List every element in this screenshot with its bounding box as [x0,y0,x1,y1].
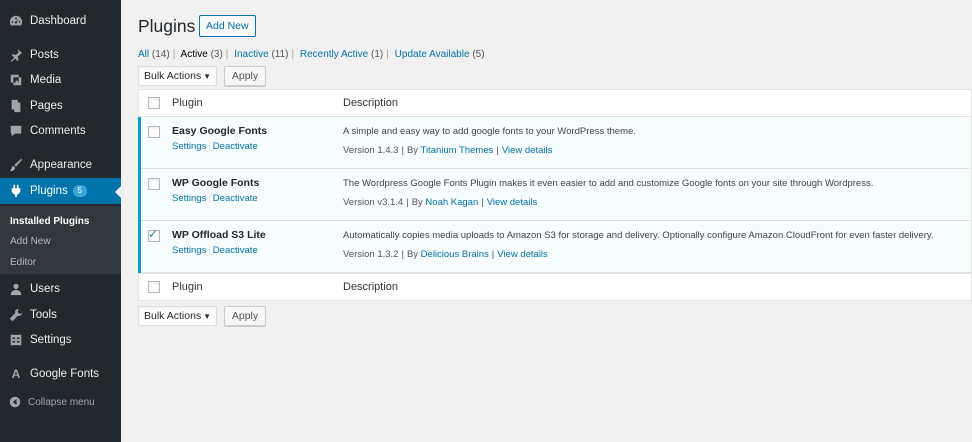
nav-plugins[interactable]: Plugins 5 [0,178,121,204]
plugins-submenu: Installed Plugins Add New Editor [0,206,121,274]
collapse-menu-button[interactable]: Collapse menu [0,392,121,412]
author-link[interactable]: Noah Kagan [425,197,478,208]
nav-tools[interactable]: Tools [0,302,121,328]
nav-pages[interactable]: Pages [0,93,121,119]
font-icon: A [11,367,21,381]
media-icon [8,72,24,88]
chevron-down-icon: ▼ [203,311,211,321]
nav-settings[interactable]: Settings [0,327,121,353]
author-link[interactable]: Titanium Themes [421,145,494,156]
admin-sidebar: Dashboard Posts Media Pages Comments App… [0,0,121,442]
nav-label: Plugins [30,185,68,197]
plugin-name: WP Google Fonts [172,177,260,189]
row-actions: Settings | Deactivate [172,245,258,256]
filter-recently-active[interactable]: Recently Active [300,49,368,60]
deactivate-link[interactable]: Deactivate [213,245,258,256]
filter-active[interactable]: Active [181,49,208,60]
column-description-footer: Description [343,281,399,293]
submenu-editor[interactable]: Editor [10,257,36,268]
column-plugin[interactable]: Plugin [172,97,203,109]
row-checkbox[interactable] [148,126,160,138]
plugin-description: The Wordpress Google Fonts Plugin makes … [343,178,874,189]
add-new-button[interactable]: Add New [199,15,256,37]
nav-dashboard[interactable]: Dashboard [0,8,121,34]
plugin-meta: Version 1.3.2 | By Delicious Brains | View d… [343,249,548,260]
nav-label: Posts [30,49,59,61]
bulk-actions-select-top[interactable]: Bulk Actions ▼ [138,66,217,86]
view-details-link[interactable]: View details [497,249,548,260]
plugin-meta: Version 1.4.3 | By Titanium Themes | View de… [343,145,553,156]
bulk-actions-select-bottom[interactable]: Bulk Actions ▼ [138,306,217,326]
deactivate-link[interactable]: Deactivate [213,193,258,204]
filter-update-available[interactable]: Update Available [395,49,470,60]
nav-label: Settings [30,334,72,346]
row-checkbox[interactable]: ✓ [148,227,160,242]
nav-label: Media [30,74,62,86]
collapse-arrow-icon [9,396,21,408]
row-actions: Settings | Deactivate [172,193,258,204]
table-row: ✓ WP Offload S3 Lite Settings | Deactivate… [138,221,971,273]
plugin-description: A simple and easy way to add google font… [343,126,636,137]
settings-link[interactable]: Settings [172,245,206,256]
nav-label: Comments [30,125,86,137]
submenu-add-new[interactable]: Add New [10,236,51,247]
brush-icon [8,157,24,173]
dashboard-icon [8,13,24,29]
checkmark-icon: ✓ [148,227,159,241]
pin-icon [8,47,24,63]
submenu-installed-plugins[interactable]: Installed Plugins [10,216,89,227]
nav-appearance[interactable]: Appearance [0,152,121,178]
apply-button-top[interactable]: Apply [224,66,266,86]
select-all-checkbox[interactable] [148,97,160,109]
chevron-down-icon: ▼ [203,71,211,81]
table-header: Plugin Description [139,90,971,117]
deactivate-link[interactable]: Deactivate [213,141,258,152]
comments-icon [8,123,24,139]
apply-button-bottom[interactable]: Apply [224,306,266,326]
plugin-description: Automatically copies media uploads to Am… [343,230,934,241]
column-description: Description [343,97,399,109]
column-plugin-footer[interactable]: Plugin [172,281,203,293]
main-content: Plugins Add New All (14) | Active (3) | In… [121,0,972,442]
nav-google-fonts[interactable]: A Google Fonts [0,361,121,387]
nav-label: Tools [30,309,57,321]
filter-all[interactable]: All [138,49,149,60]
plugin-status-filters: All (14) | Active (3) | Inactive (11) | Rec… [138,49,485,60]
nav-label: Users [30,283,61,295]
plugin-name: Easy Google Fonts [172,125,268,137]
settings-link[interactable]: Settings [172,193,206,204]
row-checkbox[interactable] [148,178,160,190]
nav-label: Dashboard [30,15,87,27]
view-details-link[interactable]: View details [487,197,538,208]
settings-icon [8,332,24,348]
author-link[interactable]: Delicious Brains [421,249,489,260]
plug-icon [8,183,24,199]
pages-icon [8,98,24,114]
nav-media[interactable]: Media [0,67,121,93]
plugin-name: WP Offload S3 Lite [172,229,266,241]
nav-comments[interactable]: Comments [0,118,121,144]
wrench-icon [8,307,24,323]
row-actions: Settings | Deactivate [172,141,258,152]
select-all-checkbox-bottom[interactable] [148,281,160,293]
filter-inactive[interactable]: Inactive [234,49,268,60]
view-details-link[interactable]: View details [502,145,553,156]
nav-label: Pages [30,100,63,112]
table-row: Easy Google Fonts Settings | Deactivate A … [138,117,971,169]
plugins-table: Plugin Description Easy Google Fonts Set… [138,89,972,301]
nav-users[interactable]: Users [0,276,121,302]
table-row: WP Google Fonts Settings | Deactivate The … [138,169,971,221]
page-title: Plugins [138,16,196,36]
nav-label: Appearance [30,159,93,171]
settings-link[interactable]: Settings [172,141,206,152]
update-count-badge: 5 [72,185,87,197]
nav-posts[interactable]: Posts [0,42,121,68]
nav-label: Google Fonts [30,368,100,380]
plugin-meta: Version v3.1.4 | By Noah Kagan | View detail… [343,197,538,208]
table-footer: Plugin Description [139,273,971,300]
user-icon [8,281,24,297]
collapse-label: Collapse menu [28,396,95,408]
